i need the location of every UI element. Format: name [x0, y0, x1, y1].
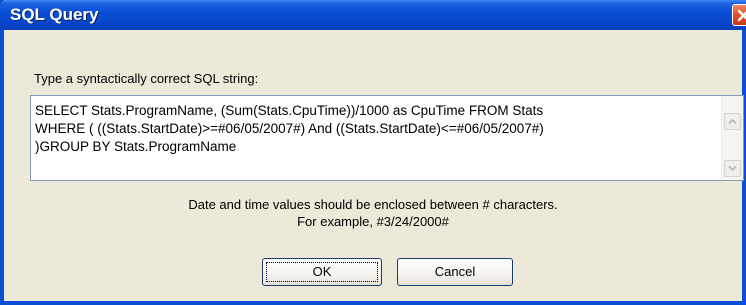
date-format-hint: Date and time values should be enclosed …: [4, 196, 742, 230]
ok-button[interactable]: OK: [262, 258, 382, 286]
sql-line: )GROUP BY Stats.ProgramName: [35, 139, 237, 154]
title-bar[interactable]: SQL Query: [0, 0, 746, 30]
ok-button-label: OK: [312, 264, 332, 279]
window-title: SQL Query: [10, 5, 99, 24]
scroll-down-arrow-icon: [728, 165, 737, 172]
sql-line: WHERE ( ((Stats.StartDate)>=#06/05/2007#…: [35, 121, 544, 136]
sql-prompt-label: Type a syntactically correct SQL string:: [34, 71, 259, 86]
close-icon: [737, 9, 746, 22]
sql-text[interactable]: SELECT Stats.ProgramName, (Sum(Stats.Cpu…: [35, 102, 719, 156]
hint-line-2: For example, #3/24/2000#: [297, 214, 449, 229]
sql-text-area[interactable]: SELECT Stats.ProgramName, (Sum(Stats.Cpu…: [30, 95, 744, 181]
vertical-scrollbar[interactable]: [721, 96, 743, 180]
cancel-button-label: Cancel: [434, 264, 476, 279]
scroll-up-button[interactable]: [724, 113, 741, 130]
scroll-up-arrow-icon: [728, 118, 737, 125]
close-button[interactable]: [732, 4, 746, 26]
scroll-down-button[interactable]: [724, 160, 741, 177]
sql-query-dialog: SQL Query Type a syntactically correct S…: [0, 0, 746, 305]
hint-line-1: Date and time values should be enclosed …: [188, 197, 558, 212]
cancel-button[interactable]: Cancel: [397, 258, 513, 286]
sql-line: SELECT Stats.ProgramName, (Sum(Stats.Cpu…: [35, 103, 544, 118]
